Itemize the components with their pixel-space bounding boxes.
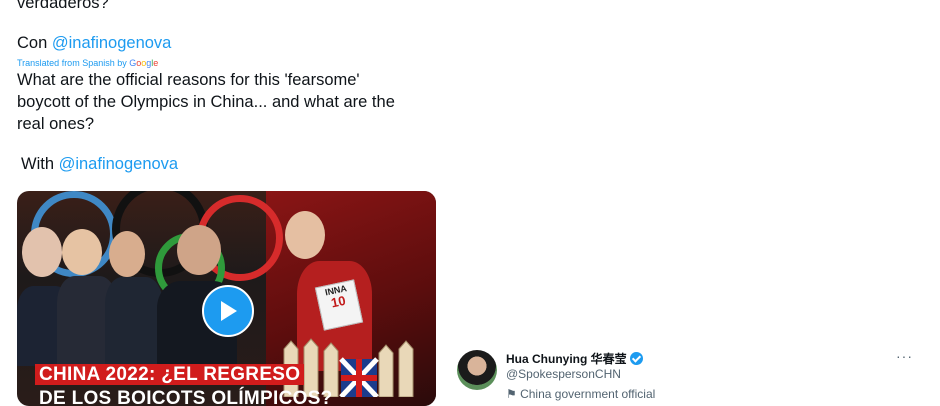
with-prefix: Con: [17, 34, 52, 52]
mention-link[interactable]: @inafinogenova: [52, 34, 172, 52]
verified-badge-icon: [629, 352, 643, 365]
athlete-head: [285, 211, 325, 259]
mention-link[interactable]: @inafinogenova: [59, 155, 179, 173]
avatar[interactable]: [457, 350, 497, 390]
translation-line: What are the official reasons for this '…: [17, 71, 360, 89]
original-text-tail: verdaderos?: [17, 0, 109, 12]
translation-line: boycott of the Olympics in China... and …: [17, 93, 395, 111]
display-name: Hua Chunying 华春莹: [506, 352, 627, 366]
display-name-row[interactable]: Hua Chunying 华春莹: [506, 350, 643, 367]
video-thumbnail[interactable]: INNA 10 CHINA 2022: ¿EL REGRESO DE LOS BO…: [17, 191, 436, 406]
play-button[interactable]: [202, 285, 254, 337]
caption-line: CHINA 2022: ¿EL REGRESO: [35, 364, 305, 385]
with-prefix: With: [21, 155, 59, 173]
caption-line: DE LOS BOICOTS OLÍMPICOS?: [39, 388, 333, 406]
handle[interactable]: @SpokespersonCHN: [506, 367, 621, 381]
government-label[interactable]: ⚑ China government official: [506, 387, 655, 401]
person-head: [109, 231, 145, 277]
person-head: [177, 225, 221, 275]
translation-line: real ones?: [17, 115, 95, 133]
tweet-text: verdaderos? Con @inafinogenova Translate…: [17, 0, 447, 175]
government-label-text: China government official: [520, 387, 656, 401]
person-head: [22, 227, 62, 277]
google-logo: Google: [129, 58, 159, 68]
translation-with-line: With @inafinogenova: [17, 153, 447, 175]
translated-by-text: Translated from Spanish by: [17, 58, 127, 68]
person: [105, 277, 163, 367]
original-with-line: Con @inafinogenova: [17, 32, 447, 54]
translation-attribution[interactable]: Translated from Spanish by Google: [17, 57, 447, 69]
person-head: [62, 229, 102, 275]
more-options-button[interactable]: ···: [896, 348, 913, 364]
play-icon: [221, 301, 237, 321]
flag-icon: ⚑: [506, 387, 521, 401]
